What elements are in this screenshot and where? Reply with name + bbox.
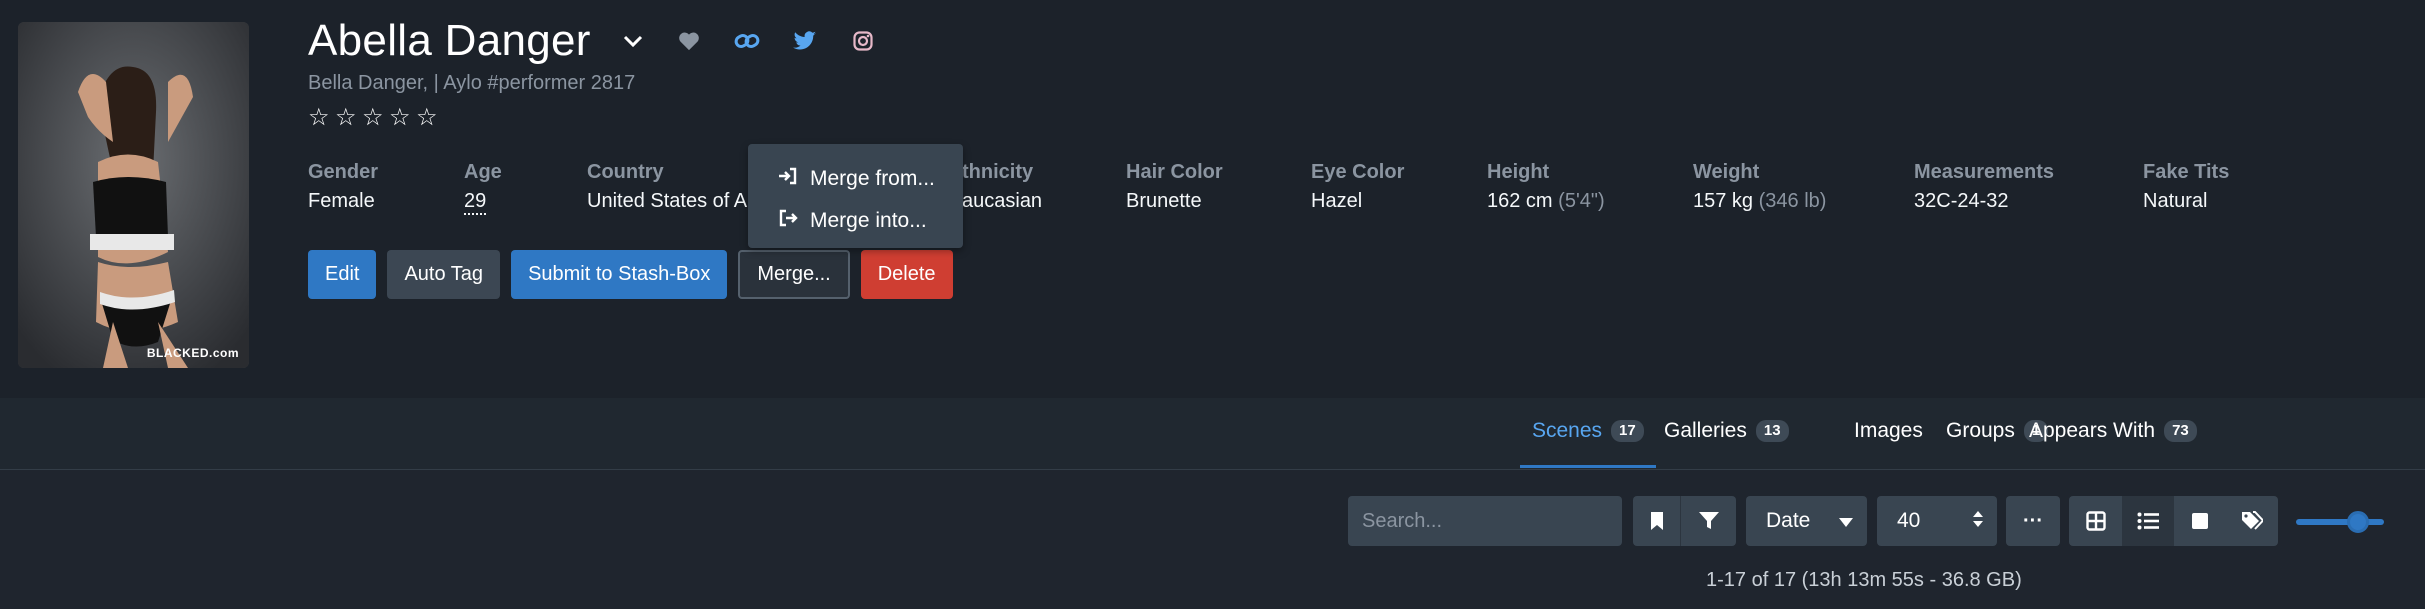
result-summary: 1-17 of 17 (13h 13m 55s - 36.8 GB)	[1706, 569, 2022, 591]
wall-view-icon[interactable]	[2174, 496, 2226, 546]
zoom-slider-thumb[interactable]	[2347, 511, 2369, 533]
detail-height: Height 162 cm (5'4")	[1487, 158, 1605, 216]
tab-images[interactable]: Images	[1854, 398, 1923, 464]
detail-label: Hair Color	[1126, 161, 1223, 183]
height-metric: 162 cm	[1487, 190, 1559, 212]
detail-measurements: Measurements 32C-24-32	[1914, 158, 2054, 216]
detail-value: Female	[308, 190, 375, 212]
merge-from-label: Merge from...	[810, 167, 935, 190]
detail-value: 162 cm (5'4")	[1487, 186, 1605, 216]
detail-fake-tits: Fake Tits Natural	[2143, 158, 2229, 216]
grid-view-icon[interactable]	[2069, 496, 2122, 546]
detail-eye-color: Eye Color Hazel	[1311, 158, 1404, 216]
link-icon[interactable]	[733, 27, 761, 55]
detail-value: 157 kg (346 lb)	[1693, 186, 1826, 216]
detail-label: Eye Color	[1311, 161, 1405, 183]
height-imperial: (5'4")	[1558, 190, 1605, 212]
edit-button[interactable]: Edit	[308, 250, 377, 299]
portrait-brand-watermark: BLACKED.com	[146, 346, 239, 360]
detail-label: thnicity	[962, 161, 1034, 183]
twitter-icon[interactable]	[791, 27, 819, 55]
merge-from-item[interactable]: Merge from...	[748, 158, 963, 200]
merge-into-item[interactable]: Merge into...	[748, 200, 963, 242]
filter-group	[1633, 496, 1736, 546]
performer-tabs: Scenes 17 Galleries 13 Images Groups 1 A…	[0, 398, 2425, 470]
star-icon[interactable]: ☆	[362, 104, 387, 132]
detail-gender: Gender Female	[308, 158, 378, 216]
tab-scenes[interactable]: Scenes 17	[1520, 398, 1656, 468]
tab-label: Images	[1854, 419, 1923, 442]
display-mode-group	[2069, 496, 2278, 546]
star-icon[interactable]: ☆	[389, 104, 414, 132]
submit-stashbox-button[interactable]: Submit to Stash-Box	[511, 250, 728, 299]
star-icon[interactable]: ☆	[308, 104, 333, 132]
detail-value: Hazel	[1311, 190, 1363, 212]
weight-imperial: (346 lb)	[1758, 190, 1827, 212]
per-page-select[interactable]: 40	[1877, 496, 1997, 546]
performer-actions: Edit Auto Tag Submit to Stash-Box Merge.…	[308, 250, 953, 299]
merge-into-label: Merge into...	[810, 209, 927, 232]
tab-label: Appears With	[2029, 419, 2156, 442]
detail-label: Age	[464, 161, 502, 183]
delete-button[interactable]: Delete	[860, 250, 953, 299]
performer-header: BLACKED.com Abella Danger Bella Danger, …	[0, 0, 2425, 398]
auto-tag-button[interactable]: Auto Tag	[387, 250, 501, 299]
detail-value: Natural	[2143, 190, 2208, 212]
instagram-icon[interactable]	[849, 27, 877, 55]
detail-value: United States of A	[587, 190, 748, 212]
tab-label: Groups	[1946, 419, 2015, 442]
sign-out-icon	[778, 209, 798, 233]
search-input[interactable]: Search...	[1348, 496, 1622, 546]
tab-galleries[interactable]: Galleries 13	[1664, 398, 1789, 464]
rating-stars[interactable]: ☆ ☆ ☆ ☆ ☆	[308, 104, 441, 132]
performer-aliases: Bella Danger, | Aylo #performer 2817	[308, 72, 636, 94]
detail-ethnicity: thnicity aucasian	[962, 158, 1042, 216]
count-badge: 17	[1611, 420, 1644, 442]
detail-hair-color: Hair Color Brunette	[1126, 158, 1223, 216]
sort-value: Date	[1766, 509, 1811, 532]
bookmark-icon[interactable]	[1633, 496, 1681, 546]
per-page-value: 40	[1897, 509, 1921, 532]
sort-updown-icon	[1973, 509, 1983, 533]
tab-appears-with[interactable]: Appears With 73	[2029, 398, 2197, 464]
detail-value: 32C-24-32	[1914, 190, 2009, 212]
tab-label: Galleries	[1664, 419, 1747, 442]
list-view-icon[interactable]	[2122, 496, 2174, 546]
zoom-slider[interactable]	[2296, 511, 2384, 533]
detail-value: 29	[464, 190, 487, 212]
merge-dropdown-menu: Merge from... Merge into...	[748, 144, 963, 248]
detail-label: Measurements	[1914, 161, 2055, 183]
caret-down-icon	[1839, 509, 1853, 533]
count-badge: 13	[1755, 420, 1789, 442]
weight-metric: 157 kg	[1693, 190, 1759, 212]
detail-age: Age 29	[464, 158, 502, 216]
zoom-slider-track[interactable]	[2296, 519, 2384, 525]
heart-icon[interactable]	[675, 27, 703, 55]
detail-label: Gender	[308, 161, 379, 183]
star-icon[interactable]: ☆	[335, 104, 360, 132]
detail-label: Fake Tits	[2143, 161, 2230, 183]
merge-button[interactable]: Merge...	[738, 250, 850, 299]
filter-icon[interactable]	[1681, 496, 1736, 546]
chevron-down-icon[interactable]	[621, 29, 645, 53]
tab-label: Scenes	[1532, 419, 1603, 442]
tags-view-icon[interactable]	[2226, 496, 2278, 546]
performer-name: Abella Danger	[308, 16, 591, 65]
detail-label: Country	[587, 161, 664, 183]
detail-weight: Weight 157 kg (346 lb)	[1693, 158, 1826, 216]
star-icon[interactable]: ☆	[416, 104, 441, 132]
list-toolbar: Search... Date 40 ···	[0, 496, 2425, 546]
detail-label: Height	[1487, 161, 1550, 183]
sort-select[interactable]: Date	[1746, 496, 1867, 546]
detail-value: aucasian	[962, 190, 1043, 212]
more-options-button[interactable]: ···	[2006, 496, 2060, 546]
performer-name-row: Abella Danger	[308, 14, 877, 68]
detail-label: Weight	[1693, 161, 1760, 183]
detail-country: Country United States of A	[587, 158, 747, 216]
detail-value: Brunette	[1126, 190, 1202, 212]
count-badge: 73	[2164, 420, 2197, 442]
performer-details: Gender Female Age 29 Country United Stat…	[0, 158, 2425, 218]
sign-in-icon	[778, 167, 798, 191]
